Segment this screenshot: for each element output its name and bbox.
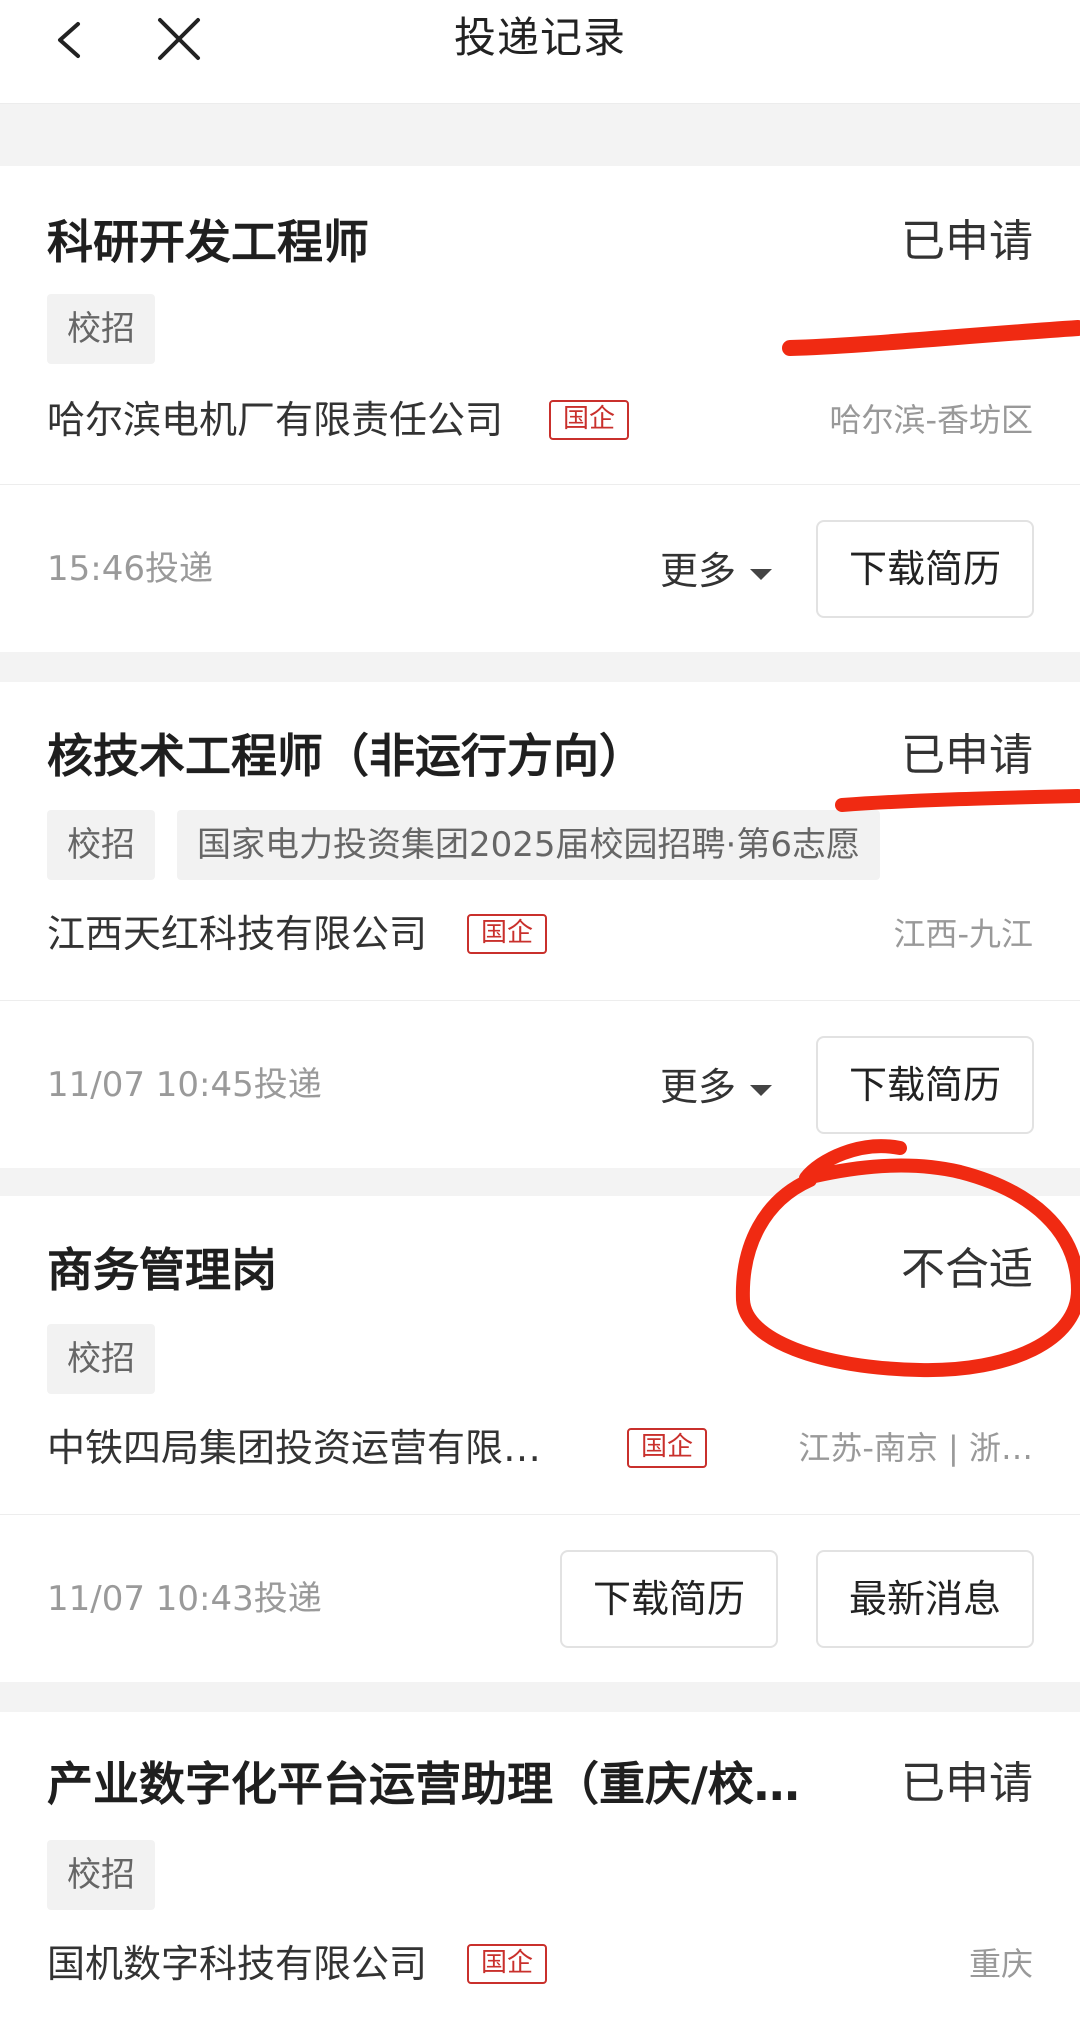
tag-campus: 校招 <box>47 810 155 880</box>
download-resume-button[interactable]: 下载简历 <box>816 1036 1034 1134</box>
application-record-card[interactable]: 产业数字化平台运营助理（重庆/校… 已申请 校招 国机数字科技有限公司 国企 重… <box>0 1712 1080 2039</box>
company-name: 国机数字科技有限公司 <box>47 1942 428 1986</box>
soe-badge: 国企 <box>549 400 630 440</box>
status-label: 不合适 <box>901 1244 1033 1295</box>
tag-list: 校招 <box>47 294 155 364</box>
divider <box>0 484 1080 485</box>
application-record-card[interactable]: 科研开发工程师 已申请 校招 哈尔滨电机厂有限责任公司 国企 哈尔滨-香坊区 1… <box>0 166 1080 652</box>
download-resume-button[interactable]: 下载简历 <box>816 520 1034 618</box>
divider <box>0 1514 1080 1515</box>
status-label: 已申请 <box>901 216 1033 267</box>
caret-down-icon <box>750 1084 773 1096</box>
application-record-card[interactable]: 核技术工程师（非运行方向） 已申请 校招 国家电力投资集团2025届校园招聘·第… <box>0 682 1080 1168</box>
top-bar: 投递记录 <box>0 0 1080 104</box>
status-label: 已申请 <box>901 730 1033 781</box>
company-name: 哈尔滨电机厂有限责任公司 <box>47 398 504 442</box>
job-title: 商务管理岗 <box>47 1243 277 1297</box>
more-button[interactable]: 更多 <box>660 1062 773 1112</box>
tag-campus: 校招 <box>47 1840 155 1910</box>
tag-list: 校招 <box>47 1324 155 1394</box>
tag-list: 校招 国家电力投资集团2025届校园招聘·第6志愿 <box>47 810 880 880</box>
job-location: 重庆 <box>968 1945 1033 1983</box>
company-name: 中铁四局集团投资运营有限… <box>47 1426 542 1470</box>
more-label: 更多 <box>660 549 737 593</box>
job-location: 江苏-南京 | 浙… <box>798 1429 1033 1467</box>
more-button[interactable]: 更多 <box>660 546 773 596</box>
job-title: 产业数字化平台运营助理（重庆/校… <box>47 1757 800 1811</box>
status-label: 已申请 <box>901 1758 1033 1809</box>
job-location: 哈尔滨-香坊区 <box>829 401 1033 439</box>
latest-news-button[interactable]: 最新消息 <box>816 1550 1034 1648</box>
company-name: 江西天红科技有限公司 <box>47 912 428 956</box>
soe-badge: 国企 <box>467 1944 548 1984</box>
caret-down-icon <box>750 568 773 580</box>
page-title: 投递记录 <box>453 13 626 62</box>
soe-badge: 国企 <box>467 914 548 954</box>
submit-time: 15:46投递 <box>47 549 213 589</box>
tag-list: 校招 <box>47 1840 155 1910</box>
application-record-card[interactable]: 商务管理岗 不合适 校招 中铁四局集团投资运营有限… 国企 江苏-南京 | 浙…… <box>0 1196 1080 1682</box>
job-location: 江西-九江 <box>893 915 1033 953</box>
job-title: 核技术工程师（非运行方向） <box>47 729 645 783</box>
tag-campus: 校招 <box>47 1324 155 1394</box>
soe-badge: 国企 <box>627 1428 708 1468</box>
download-resume-button[interactable]: 下载简历 <box>560 1550 778 1648</box>
submit-time: 11/07 10:45投递 <box>47 1065 322 1105</box>
more-label: 更多 <box>660 1065 737 1109</box>
tag-campaign: 国家电力投资集团2025届校园招聘·第6志愿 <box>177 810 880 880</box>
divider <box>0 1000 1080 1001</box>
tag-campus: 校招 <box>47 294 155 364</box>
submit-time: 11/07 10:43投递 <box>47 1579 322 1619</box>
job-title: 科研开发工程师 <box>47 215 369 269</box>
